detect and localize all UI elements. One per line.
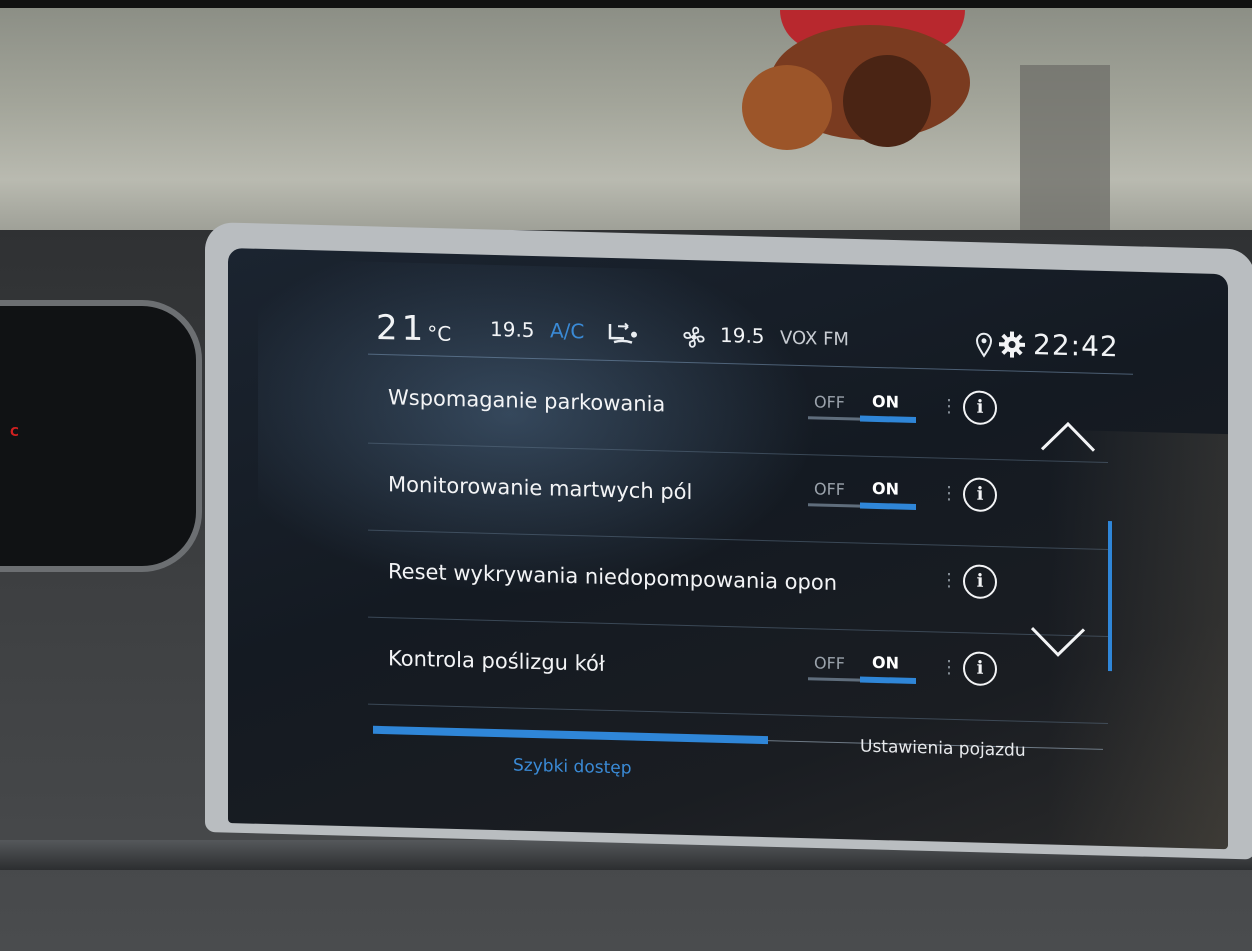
blind-spot-toggle[interactable]: OFF ON [808,475,918,514]
info-icon[interactable]: i [963,564,997,600]
tab-quick-access[interactable]: Szybki dostęp [513,755,632,778]
clock: 22:42 [1033,328,1119,364]
info-icon[interactable]: i [963,477,997,513]
toggle-off-label[interactable]: OFF [814,479,845,499]
fan-speed-left[interactable]: 19.5 [490,317,535,342]
gear-icon[interactable] [998,330,1026,363]
toggle-on-label[interactable]: ON [872,479,899,499]
ac-button[interactable]: A/C [550,318,584,343]
driver-temperature-value: 21 [376,307,428,350]
tab-vehicle-settings[interactable]: Ustawienia pojazdu [860,737,1026,761]
traction-control-toggle[interactable]: OFF ON [808,649,918,688]
temperature-unit: °C [427,321,452,346]
instrument-cluster [0,300,202,572]
cluster-mark: C [10,425,19,439]
seat-airflow-icon[interactable] [604,320,640,353]
info-icon[interactable]: i [963,651,997,687]
toggle-off-label[interactable]: OFF [814,392,845,412]
toggle-thumb [860,676,916,685]
separator-dots: ⋮ [940,569,958,592]
separator-dots: ⋮ [940,482,958,505]
toggle-on-label[interactable]: ON [872,653,899,673]
scrollbar[interactable] [1108,521,1112,672]
photo-border [0,0,1252,8]
toggle-on-label[interactable]: ON [872,392,899,412]
setting-label: Kontrola poślizgu kół [388,646,605,676]
infotainment-screen: 21°C 19.5 A/C 19.5 VOX FM 22:42 Wspomaga… [228,248,1228,850]
tab-bar: Szybki dostęp Ustawienia pojazdu [373,722,1103,811]
fan-icon[interactable] [681,324,707,355]
driver-temperature[interactable]: 21°C [376,308,451,350]
chevron-down-icon[interactable] [1028,624,1088,664]
tab-active-indicator [373,725,768,745]
plush-toy-ear [843,55,931,147]
vehicle-settings-list: Wspomaganie parkowania OFF ON ⋮ i Monito… [368,356,1108,725]
background-building [1020,65,1110,240]
separator-dots: ⋮ [940,395,958,418]
setting-label: Monitorowanie martwych pól [388,472,693,505]
separator-dots: ⋮ [940,656,958,679]
passenger-temperature[interactable]: 19.5 [720,323,765,348]
toggle-off-label[interactable]: OFF [814,653,845,673]
toggle-thumb [860,502,916,511]
setting-label: Wspomaganie parkowania [388,385,666,417]
setting-row-traction-control: Kontrola poślizgu kół OFF ON ⋮ i [368,617,1108,725]
toggle-thumb [860,415,916,424]
info-icon[interactable]: i [963,390,997,426]
location-pin-icon[interactable] [975,332,993,362]
plush-toy-ear [742,65,832,150]
setting-label: Reset wykrywania niedopompowania opon [388,559,838,595]
park-assist-toggle[interactable]: OFF ON [808,388,918,427]
radio-station[interactable]: VOX FM [780,327,849,350]
chevron-up-icon[interactable] [1038,419,1098,459]
